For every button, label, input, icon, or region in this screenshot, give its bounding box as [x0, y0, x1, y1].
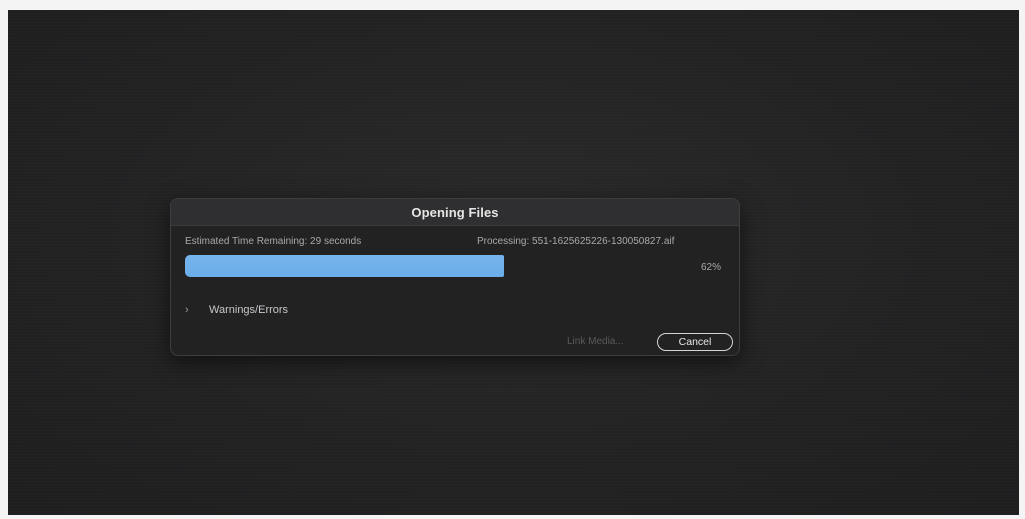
dialog-title: Opening Files [411, 204, 499, 220]
warnings-errors-disclosure[interactable]: › Warnings/Errors [185, 304, 288, 316]
link-media-button[interactable]: Link Media... [567, 336, 624, 347]
cancel-button[interactable]: Cancel [657, 333, 733, 351]
dialog-titlebar[interactable]: Opening Files [171, 199, 739, 226]
opening-files-dialog: Opening Files Estimated Time Remaining: … [170, 198, 740, 356]
warnings-errors-label: Warnings/Errors [209, 304, 289, 316]
progress-bar-fill [185, 255, 504, 277]
estimated-time-remaining: Estimated Time Remaining: 29 seconds [185, 236, 362, 247]
status-row: Estimated Time Remaining: 29 seconds Pro… [185, 236, 725, 250]
progress-percent: 62% [701, 262, 722, 273]
progress-bar [185, 255, 699, 277]
processing-file-label: Processing: 551-1625625226-130050827.aif [477, 236, 675, 247]
chevron-right-icon[interactable]: › [185, 304, 195, 316]
app-background: Opening Files Estimated Time Remaining: … [8, 10, 1019, 515]
